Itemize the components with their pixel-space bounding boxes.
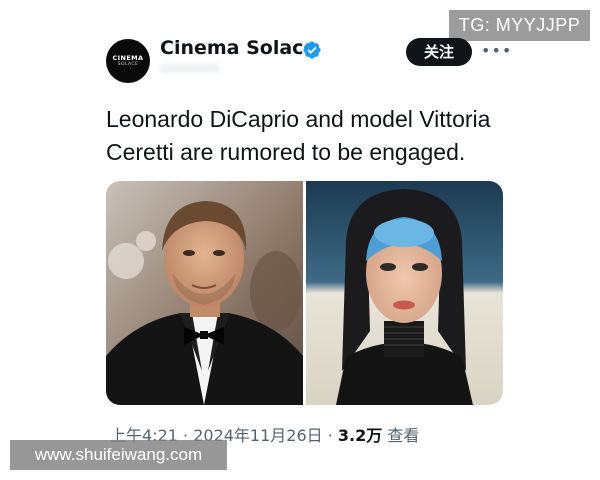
tweet-screenshot: TG: MYYJJPP CINEMA SOLACE Cinema Solace … [0, 0, 600, 480]
meta-separator: · [322, 426, 338, 445]
watermark-bottom: www.shuifeiwang.com [10, 440, 227, 470]
avatar-text-line2: SOLACE [117, 61, 139, 67]
more-horizontal-icon[interactable]: ••• [481, 41, 511, 61]
follow-button[interactable]: 关注 [406, 38, 472, 66]
account-name[interactable]: Cinema Solace [160, 37, 316, 59]
avatar[interactable]: CINEMA SOLACE [106, 39, 150, 83]
tweet-media[interactable] [106, 181, 503, 405]
verified-badge-icon [303, 41, 321, 59]
avatar-text-line1: CINEMA [112, 53, 144, 62]
views-label: 查看 [387, 426, 420, 445]
media-photo-right[interactable] [306, 181, 503, 405]
views-count: 3.2万 [337, 426, 383, 445]
tweet-text: Leonardo DiCaprio and model Vittoria Cer… [106, 106, 491, 165]
account-handle-blurred [160, 64, 220, 73]
media-photo-left[interactable] [106, 181, 303, 405]
watermark-top: TG: MYYJJPP [449, 10, 590, 41]
